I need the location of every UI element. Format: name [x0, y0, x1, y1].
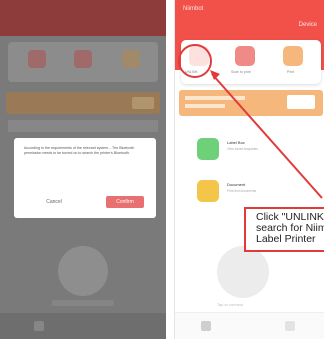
arrow-head: [210, 70, 220, 80]
callout-line: Label Printer: [256, 233, 316, 245]
annotation-arrow: [210, 70, 323, 199]
instruction-callout: Click "UNLINK" to search for Niimbot Lab…: [244, 207, 324, 252]
arrow-line: [211, 73, 323, 199]
